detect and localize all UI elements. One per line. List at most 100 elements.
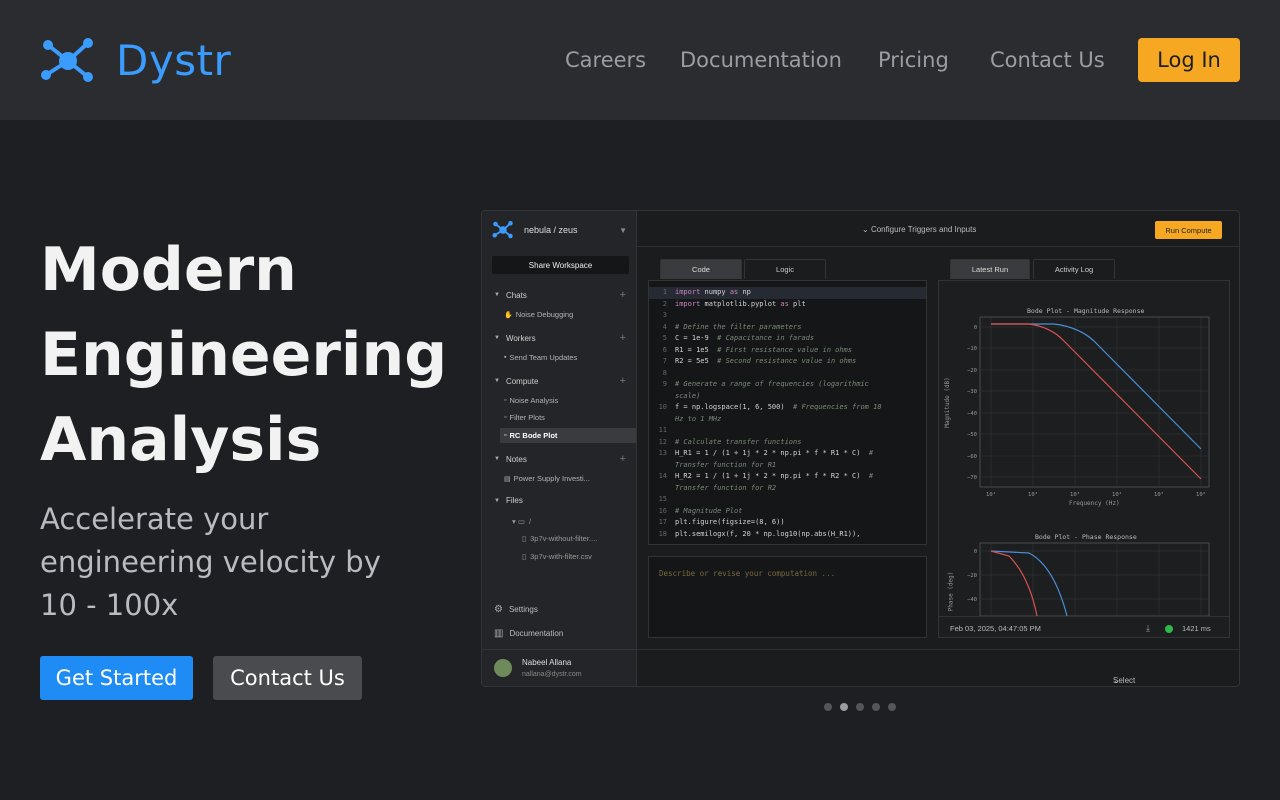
- svg-text:10⁶: 10⁶: [1196, 491, 1206, 498]
- code-editor[interactable]: 1 import numpy as np 2 import matplotlib.p…: [648, 280, 927, 545]
- run-footer: Feb 03, 2025, 04:47:05 PM ⤓ 1421 ms: [939, 616, 1229, 637]
- sidebar-item-label: Send Team Updates: [509, 353, 578, 362]
- file-label: 3p7v-without-filter....: [530, 534, 598, 543]
- contact-us-button[interactable]: Contact Us: [213, 656, 362, 700]
- sidebar-item-rc-bode-plot[interactable]: ▫ RC Bode Plot: [500, 428, 636, 443]
- section-workers[interactable]: ▼ Workers +: [494, 332, 626, 344]
- tab-logic[interactable]: Logic: [744, 259, 826, 279]
- login-button[interactable]: Log In: [1138, 38, 1240, 82]
- tab-code[interactable]: Code: [660, 259, 742, 279]
- run-duration: 1421 ms: [1182, 624, 1211, 633]
- svg-text:−40: −40: [967, 597, 977, 603]
- file-icon: ▯: [522, 552, 527, 561]
- plot-y-label: Magnitude (dB): [943, 377, 951, 428]
- plus-icon[interactable]: +: [620, 453, 626, 465]
- nav-pricing[interactable]: Pricing: [878, 48, 949, 72]
- avatar: [494, 659, 512, 677]
- svg-text:10⁵: 10⁵: [1154, 491, 1164, 498]
- note-icon: ▤: [504, 475, 511, 483]
- svg-text:−40: −40: [967, 411, 977, 417]
- svg-text:−60: −60: [967, 454, 977, 460]
- prompt-input[interactable]: Describe or revise your computation ...: [648, 556, 927, 638]
- plus-icon[interactable]: +: [620, 289, 626, 301]
- section-label: Notes: [505, 454, 527, 464]
- section-label: Chats: [505, 290, 527, 300]
- section-label: Files: [505, 496, 523, 505]
- sidebar-item-noise-debugging[interactable]: ✋ Noise Debugging: [500, 307, 636, 322]
- section-label: Compute: [505, 376, 539, 386]
- triangle-down-icon: ▼: [494, 335, 500, 341]
- worker-icon: ▪: [504, 354, 507, 361]
- file-icon: ▫: [504, 397, 507, 404]
- folder-root[interactable]: ▾ ▭ /: [512, 517, 531, 526]
- download-icon[interactable]: ⤓: [1146, 623, 1150, 634]
- plus-icon[interactable]: +: [620, 375, 626, 387]
- section-files[interactable]: ▼ Files: [494, 496, 626, 505]
- carousel-dot-active[interactable]: [840, 703, 848, 711]
- brand-name: Dystr: [116, 36, 232, 85]
- get-started-button[interactable]: Get Started: [40, 656, 193, 700]
- sidebar-item-filter-plots[interactable]: ▫ Filter Plots: [500, 410, 636, 425]
- triangle-down-icon: ▼: [494, 378, 500, 384]
- workspace-selector[interactable]: nebula / zeus ▼: [492, 221, 627, 239]
- section-label: Workers: [505, 333, 536, 343]
- user-profile[interactable]: Nabeel Allana nallana@dystr.com: [482, 649, 637, 686]
- svg-text:−10: −10: [967, 346, 977, 352]
- hero-subtitle: Accelerate your engineering velocity by …: [40, 502, 381, 622]
- nav-contact-us[interactable]: Contact Us: [990, 48, 1105, 72]
- post-run-text: Select Post Run Actions: [1113, 676, 1136, 686]
- brand-logo[interactable]: Dystr: [40, 36, 231, 85]
- gear-icon: ⚙: [494, 604, 503, 615]
- user-name: Nabeel Allana: [522, 658, 572, 667]
- file-item[interactable]: ▯ 3p7v-without-filter....: [522, 534, 597, 543]
- chevron-down-icon: ▼: [619, 225, 627, 235]
- post-run-bar[interactable]: ⌄ Select Post Run Actions: [637, 649, 1239, 686]
- sidebar-item-label: RC Bode Plot: [509, 431, 558, 440]
- double-chevron-down-icon: ⌄: [862, 225, 871, 234]
- folder-label: /: [528, 517, 532, 526]
- documentation-label: Documentation: [509, 629, 564, 638]
- plot-x-label: Frequency (Hz): [1069, 500, 1120, 507]
- nav-documentation[interactable]: Documentation: [680, 48, 842, 72]
- app-main: ⌄ Configure Triggers and Inputs Run Comp…: [637, 211, 1239, 686]
- svg-text:10²: 10²: [1028, 491, 1038, 498]
- plot-y-label: Phase (deg): [947, 571, 955, 612]
- share-workspace-button[interactable]: Share Workspace: [492, 256, 629, 274]
- nav-careers[interactable]: Careers: [565, 48, 646, 72]
- tab-activity-log[interactable]: Activity Log: [1033, 259, 1115, 279]
- svg-text:10⁴: 10⁴: [1112, 491, 1122, 498]
- file-icon: ▫: [504, 432, 507, 439]
- results-panel: 0 −10 −20 −30 −40 −50 −60 −70 10¹ 10² 10³ 10⁴ 10⁵…: [938, 280, 1230, 638]
- sidebar-item-power-supply[interactable]: ▤ Power Supply Investi...: [500, 471, 636, 486]
- status-dot-icon: [1165, 625, 1173, 633]
- chat-icon: ✋: [504, 311, 513, 319]
- svg-text:−50: −50: [967, 432, 977, 438]
- app-sidebar: nebula / zeus ▼ Share Workspace ▼ Chats + …: [482, 211, 637, 686]
- settings-label: Settings: [508, 605, 538, 614]
- bode-magnitude-plot: 0 −10 −20 −30 −40 −50 −60 −70 10¹ 10² 10³ 10⁴ 10⁵…: [967, 316, 1210, 616]
- sidebar-settings[interactable]: ⚙ Settings: [494, 604, 538, 615]
- hero-title-line: Analysis: [40, 405, 322, 475]
- sidebar-item-send-team-updates[interactable]: ▪ Send Team Updates: [500, 350, 636, 365]
- carousel-dot[interactable]: [856, 703, 864, 711]
- plus-icon[interactable]: +: [620, 332, 626, 344]
- file-label: 3p7v-with-filter.csv: [530, 552, 592, 561]
- carousel-dot[interactable]: [824, 703, 832, 711]
- hero-title-line: Modern: [40, 235, 297, 305]
- configure-label: Configure Triggers and Inputs: [870, 225, 977, 234]
- svg-text:0: 0: [974, 549, 977, 555]
- section-compute[interactable]: ▼ Compute +: [494, 375, 626, 387]
- svg-text:−30: −30: [967, 389, 977, 395]
- app-preview: nebula / zeus ▼ Share Workspace ▼ Chats + …: [481, 210, 1240, 687]
- tab-latest-run[interactable]: Latest Run: [950, 259, 1030, 279]
- file-icon: ▯: [522, 534, 527, 543]
- section-notes[interactable]: ▼ Notes +: [494, 453, 626, 465]
- run-compute-button[interactable]: Run Compute: [1155, 221, 1222, 239]
- carousel-dot[interactable]: [888, 703, 896, 711]
- carousel-dot[interactable]: [872, 703, 880, 711]
- file-item[interactable]: ▯ 3p7v-with-filter.csv: [522, 552, 592, 561]
- sidebar-item-noise-analysis[interactable]: ▫ Noise Analysis: [500, 393, 636, 408]
- section-chats[interactable]: ▼ Chats +: [494, 289, 626, 301]
- configure-triggers[interactable]: ⌄ Configure Triggers and Inputs: [862, 225, 976, 234]
- sidebar-documentation[interactable]: ▥ Documentation: [494, 628, 563, 639]
